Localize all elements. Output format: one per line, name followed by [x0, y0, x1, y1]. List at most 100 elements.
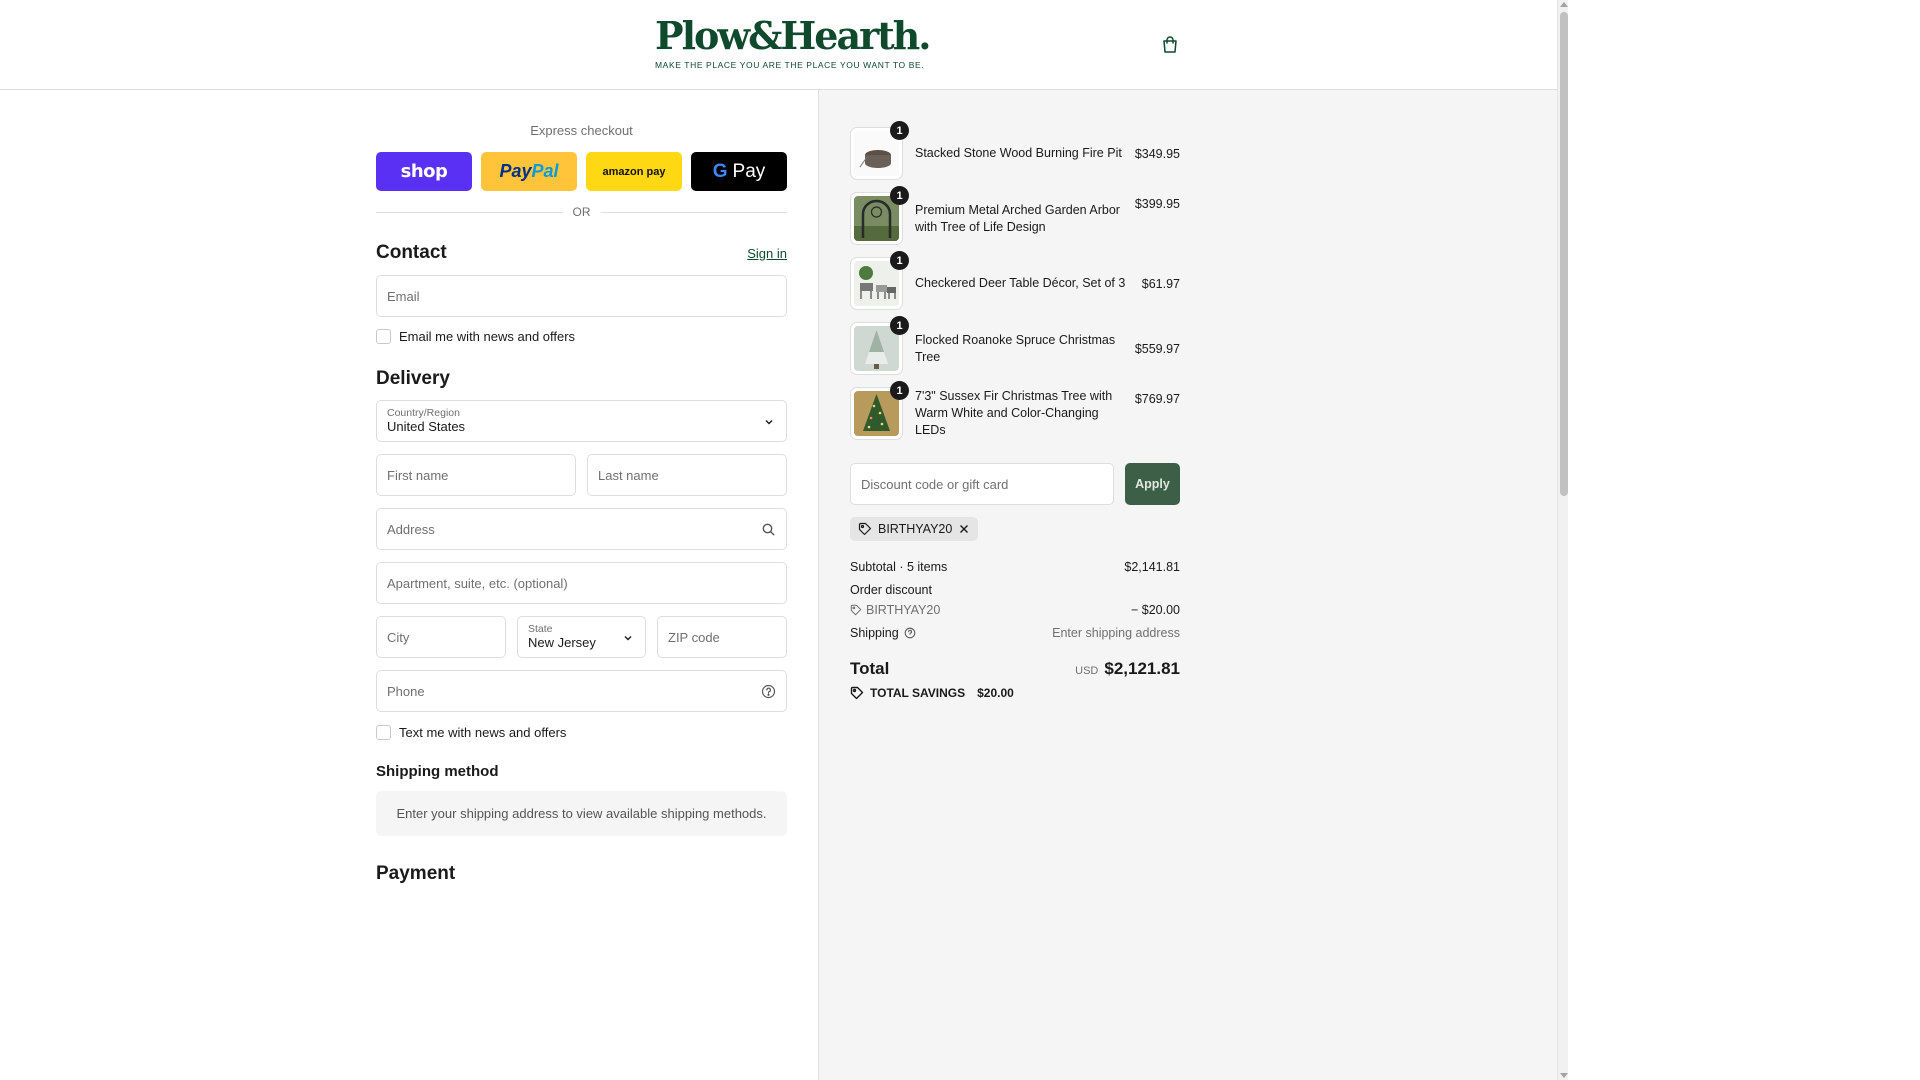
quantity-badge: 1 — [890, 381, 909, 400]
shipping-method-title: Shipping method — [376, 763, 499, 780]
discount-input[interactable] — [861, 476, 1103, 492]
quantity-badge: 1 — [890, 121, 909, 140]
shop-pay-label: shop — [400, 161, 448, 182]
apartment-input[interactable] — [387, 575, 776, 591]
product-price: $61.97 — [1141, 276, 1180, 291]
state-value: New Jersey — [528, 635, 596, 650]
country-select[interactable]: Country/Region United States — [376, 400, 787, 442]
shopping-bag-icon[interactable] — [1160, 35, 1180, 55]
savings-value: $20.00 — [977, 686, 1014, 700]
city-input[interactable] — [387, 629, 495, 645]
product-name: Premium Metal Arched Garden Arbor with T… — [915, 202, 1120, 234]
search-icon[interactable] — [761, 522, 776, 537]
quantity-badge: 1 — [890, 186, 909, 205]
shipping-value: Enter shipping address — [1052, 626, 1180, 640]
tag-icon — [850, 604, 862, 616]
tag-icon — [850, 686, 864, 700]
chevron-down-icon — [765, 420, 773, 425]
paypal-button[interactable]: Pay Pal — [481, 152, 577, 191]
or-divider: OR — [376, 205, 787, 219]
product-name: Checkered Deer Table Décor, Set of 3 — [915, 276, 1126, 290]
product-thumbnail: 1 — [850, 121, 909, 180]
address-field[interactable] — [376, 508, 787, 550]
divider-line — [376, 211, 563, 213]
state-select[interactable]: State New Jersey — [517, 616, 646, 658]
email-field[interactable] — [376, 275, 787, 317]
google-g-icon: G — [712, 160, 728, 182]
google-pay-label: Pay — [732, 160, 766, 182]
product-name: Flocked Roanoke Spruce Christmas Tree — [915, 332, 1116, 364]
name-row — [376, 454, 787, 496]
google-pay-button[interactable]: G Pay — [691, 152, 787, 191]
line-item: 1 Stacked Stone Wood Burning Fire Pit $3… — [850, 121, 1180, 186]
discount-field[interactable] — [850, 463, 1114, 505]
city-field[interactable] — [376, 616, 506, 658]
apply-button[interactable]: Apply — [1125, 463, 1180, 505]
shop-pay-button[interactable]: shop — [376, 152, 472, 191]
text-news-option[interactable]: Text me with news and offers — [376, 725, 787, 740]
first-name-field[interactable] — [376, 454, 576, 496]
product-name: 7'3" Sussex Fir Christmas Tree with Warm… — [915, 389, 1113, 437]
product-thumbnail: 1 — [850, 251, 909, 310]
lit-tree-image — [854, 391, 899, 436]
subtotal-label: Subtotal · 5 items — [850, 560, 948, 574]
brand-logo[interactable]: Plow&Hearth. MAKE THE PLACE YOU ARE THE … — [655, 13, 932, 71]
page-scrollbar[interactable] — [1557, 0, 1568, 1080]
scroll-up-arrow-icon[interactable] — [1560, 2, 1568, 7]
email-news-label: Email me with news and offers — [399, 329, 576, 344]
product-thumbnail: 1 — [850, 316, 909, 375]
order-discount-label: Order discount — [850, 583, 932, 597]
address-input[interactable] — [387, 521, 776, 537]
shipping-label-group: Shipping — [850, 624, 916, 642]
email-news-option[interactable]: Email me with news and offers — [376, 329, 787, 344]
sign-in-link[interactable]: Sign in — [747, 246, 787, 261]
site-header: Plow&Hearth. MAKE THE PLACE YOU ARE THE … — [0, 0, 1557, 90]
express-checkout-title: Express checkout — [530, 123, 633, 138]
delivery-title: Delivery — [376, 368, 450, 389]
discount-value: − $20.00 — [1130, 603, 1180, 617]
chevron-down-icon — [624, 636, 632, 641]
applied-code-label: BIRTHYAY20 — [878, 522, 953, 536]
help-circle-icon[interactable] — [904, 627, 916, 639]
fire-pit-image — [854, 131, 899, 176]
apartment-field[interactable] — [376, 562, 787, 604]
total-row: Total USD $2,121.81 — [850, 659, 1180, 679]
scroll-down-arrow-icon[interactable] — [1560, 1073, 1568, 1078]
contact-header: Contact Sign in — [376, 242, 787, 264]
flocked-tree-image — [854, 326, 899, 371]
payment-title: Payment — [376, 863, 456, 884]
last-name-input[interactable] — [598, 467, 776, 483]
help-circle-icon[interactable] — [761, 684, 776, 699]
product-name: Stacked Stone Wood Burning Fire Pit — [915, 146, 1122, 160]
amazon-pay-label: amazon pay — [602, 165, 666, 178]
line-item: 1 Flocked Roanoke Spruce Christmas Tree … — [850, 316, 1180, 381]
product-thumbnail: 1 — [850, 186, 909, 245]
brand-name: Plow&Hearth. — [655, 13, 932, 58]
order-summary: 1 Stacked Stone Wood Burning Fire Pit $3… — [850, 90, 1180, 700]
first-name-input[interactable] — [387, 467, 565, 483]
amazon-pay-button[interactable]: amazon pay — [586, 152, 682, 191]
text-news-checkbox[interactable] — [376, 725, 391, 740]
product-thumbnail: 1 — [850, 381, 909, 440]
quantity-badge: 1 — [890, 316, 909, 335]
product-price: $769.97 — [1134, 392, 1180, 406]
deer-decor-image — [854, 261, 899, 306]
applied-discount-chip: BIRTHYAY20 — [850, 517, 979, 541]
divider-line — [600, 211, 787, 213]
zip-input[interactable] — [668, 629, 776, 645]
discount-code-tag: BIRTHYAY20 — [850, 601, 940, 619]
savings-label: TOTAL SAVINGS — [870, 686, 966, 700]
scroll-thumb[interactable] — [1560, 12, 1568, 496]
email-input[interactable] — [387, 288, 776, 304]
phone-input[interactable] — [387, 683, 776, 699]
last-name-field[interactable] — [587, 454, 787, 496]
total-label: Total — [850, 659, 890, 678]
country-value: United States — [387, 419, 466, 434]
email-news-checkbox[interactable] — [376, 329, 391, 344]
zip-field[interactable] — [657, 616, 787, 658]
close-icon[interactable] — [958, 523, 970, 535]
discount-code-label: BIRTHYAY20 — [866, 603, 941, 617]
brand-tagline: MAKE THE PLACE YOU ARE THE PLACE YOU WAN… — [655, 60, 925, 70]
phone-field[interactable] — [376, 670, 787, 712]
state-label: State — [528, 623, 553, 635]
